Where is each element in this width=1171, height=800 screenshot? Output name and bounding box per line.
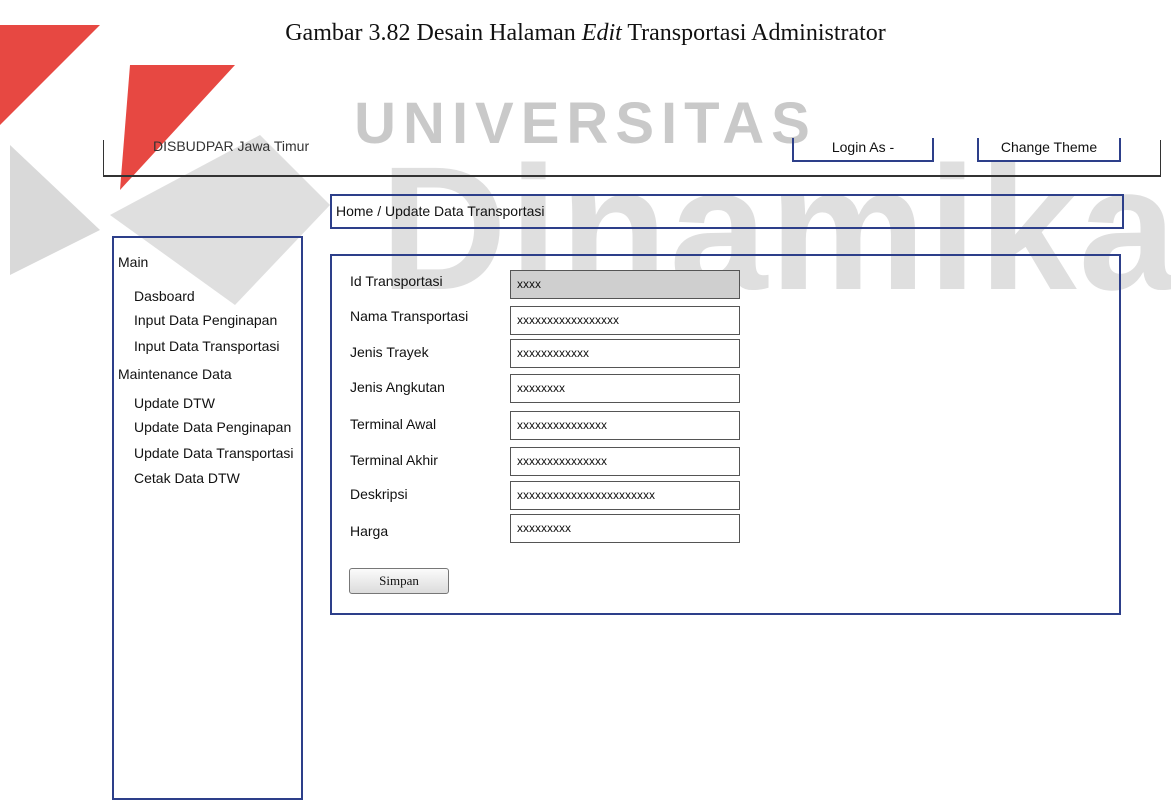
terminal-akhir-field[interactable]: xxxxxxxxxxxxxxx bbox=[510, 447, 740, 476]
org-name: DISBUDPAR Jawa Timur bbox=[153, 138, 310, 154]
field-label-id: Id Transportasi bbox=[350, 273, 443, 289]
deskripsi-field[interactable]: xxxxxxxxxxxxxxxxxxxxxxx bbox=[510, 481, 740, 510]
caption-suffix: Transportasi Administrator bbox=[621, 20, 886, 46]
sidebar-item-dasboard[interactable]: Dasboard bbox=[134, 288, 195, 304]
nama-transportasi-field[interactable]: xxxxxxxxxxxxxxxxx bbox=[510, 306, 740, 335]
sidebar-item-update-dtw[interactable]: Update DTW bbox=[134, 395, 215, 411]
header-divider bbox=[103, 175, 1161, 177]
id-transportasi-field: xxxx bbox=[510, 270, 740, 299]
sidebar-item-update-penginapan[interactable]: Update Data Penginapan bbox=[134, 419, 291, 435]
sidebar: Main Dasboard Input Data Penginapan Inpu… bbox=[112, 236, 303, 800]
login-as-button[interactable]: Login As - bbox=[792, 138, 934, 162]
terminal-awal-field[interactable]: xxxxxxxxxxxxxxx bbox=[510, 411, 740, 440]
sidebar-item-cetak-dtw[interactable]: Cetak Data DTW bbox=[134, 470, 240, 486]
field-label-harga: Harga bbox=[350, 523, 389, 539]
sidebar-section-maintenance: Maintenance Data bbox=[118, 366, 232, 382]
sidebar-section-main: Main bbox=[118, 254, 149, 270]
jenis-angkutan-field[interactable]: xxxxxxxx bbox=[510, 374, 740, 403]
sidebar-item-update-transportasi[interactable]: Update Data Transportasi bbox=[134, 445, 294, 461]
field-label-angkutan: Jenis Angkutan bbox=[350, 379, 445, 395]
edit-transport-form: Id Transportasi xxxx Nama Transportasi x… bbox=[330, 254, 1121, 615]
field-label-deskripsi: Deskripsi bbox=[350, 486, 408, 502]
simpan-button[interactable]: Simpan bbox=[349, 568, 449, 594]
sidebar-item-input-transportasi[interactable]: Input Data Transportasi bbox=[134, 338, 280, 354]
change-theme-button[interactable]: Change Theme bbox=[977, 138, 1121, 162]
field-label-nama: Nama Transportasi bbox=[350, 308, 469, 324]
caption-emphasis: Edit bbox=[581, 20, 622, 46]
header-left-edge bbox=[103, 140, 104, 175]
caption-prefix: Gambar 3.82 Desain Halaman bbox=[285, 20, 582, 46]
field-label-trayek: Jenis Trayek bbox=[350, 344, 429, 360]
jenis-trayek-field[interactable]: xxxxxxxxxxxx bbox=[510, 339, 740, 368]
header-right-edge bbox=[1160, 140, 1161, 175]
sidebar-item-input-penginapan[interactable]: Input Data Penginapan bbox=[134, 312, 277, 328]
harga-field[interactable]: xxxxxxxxx bbox=[510, 514, 740, 543]
figure-caption: Gambar 3.82 Desain Halaman Edit Transpor… bbox=[0, 20, 1171, 47]
field-label-terminal-awal: Terminal Awal bbox=[350, 416, 437, 432]
breadcrumb: Home / Update Data Transportasi bbox=[330, 194, 1124, 229]
field-label-terminal-akhir: Terminal Akhir bbox=[350, 452, 438, 468]
